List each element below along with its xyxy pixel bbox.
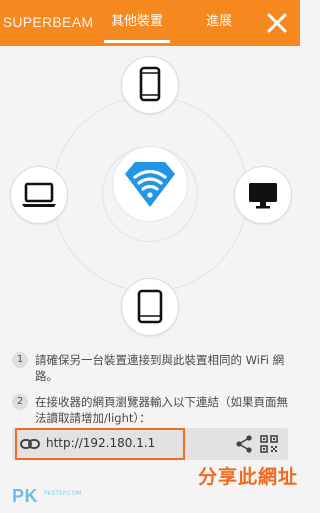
device-stage — [0, 46, 300, 343]
top-bar: SUPERBEAM 其他裝置 進展 — [0, 0, 300, 46]
tab-superbeam[interactable]: SUPERBEAM — [0, 0, 96, 46]
device-monitor[interactable] — [234, 166, 292, 224]
smartphone-icon — [139, 66, 161, 102]
device-tablet[interactable] — [121, 278, 179, 336]
watermark-logo: PK — [12, 486, 39, 506]
active-tab-indicator — [104, 40, 170, 43]
step-number: 2 — [12, 394, 28, 410]
laptop-icon — [22, 182, 56, 207]
qr-code-icon[interactable] — [260, 435, 278, 453]
desktop-monitor-icon — [249, 183, 277, 209]
annotation-caption: 分享此網址 — [197, 466, 298, 488]
device-laptop[interactable] — [10, 166, 68, 224]
step-number: 1 — [12, 352, 28, 368]
center-badge — [112, 146, 188, 222]
tablet-icon — [137, 289, 163, 324]
wifi-diamond-icon — [125, 162, 175, 207]
step-text: 在接收器的網頁瀏覽器輸入以下連結（如果頁面無法讀取請增加/light）： — [35, 395, 288, 425]
close-icon — [267, 13, 287, 33]
url-highlight-box — [15, 428, 185, 460]
tab-progress[interactable]: 進展 — [178, 0, 260, 46]
step-text: 請確保另一台裝置連接到與此裝置相同的 WiFi 網路。 — [35, 353, 285, 383]
watermark-subtext: PKSTEP.COM — [44, 490, 82, 497]
close-button[interactable] — [262, 8, 292, 38]
device-phone[interactable] — [121, 56, 179, 114]
share-icon[interactable] — [234, 434, 254, 454]
instruction-step-1: 1 請確保另一台裝置連接到與此裝置相同的 WiFi 網路。 — [8, 352, 292, 386]
instruction-step-2: 2 在接收器的網頁瀏覽器輸入以下連結（如果頁面無法讀取請增加/light）： — [8, 394, 292, 428]
